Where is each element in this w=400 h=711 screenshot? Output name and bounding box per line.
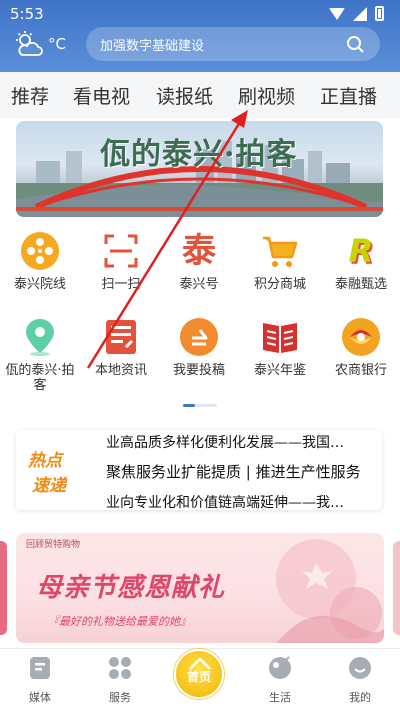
grid-item-rural-bank[interactable]: 农商银行 <box>323 317 399 378</box>
weather-widget[interactable]: °C <box>14 30 66 58</box>
grid-item-tairong-select[interactable]: R 泰融甄选 <box>323 231 399 292</box>
promo-banner[interactable]: 回顾贸特购物 母亲节感恩献礼 『最好的礼物送给最爱的她』 <box>16 533 384 643</box>
grid-item-submit-article[interactable]: 我要投稿 <box>161 317 237 378</box>
profile-icon <box>349 657 371 679</box>
tab-read-newspaper[interactable]: 读报纸 <box>156 82 213 109</box>
film-reel-icon <box>20 231 60 271</box>
bank-logo-icon <box>341 317 381 357</box>
nav-media[interactable]: 媒体 <box>10 655 70 705</box>
submit-arrow-icon <box>179 317 219 357</box>
grid-label: 泰兴号 <box>179 277 219 292</box>
wifi-icon <box>329 7 345 20</box>
location-pin-icon <box>20 317 60 357</box>
promo-subtitle: 『最好的礼物送给最爱的她』 <box>48 615 191 628</box>
open-book-icon <box>260 317 300 357</box>
grid-item-points-mall[interactable]: 积分商城 <box>242 231 318 292</box>
promo-title: 母亲节感恩献礼 <box>36 573 226 603</box>
search-placeholder: 加强数字基础建设 <box>100 39 205 54</box>
r-logo-icon: R <box>341 231 381 271</box>
grid-item-yearbook[interactable]: 泰兴年鉴 <box>242 317 318 378</box>
nav-label: 服务 <box>109 691 131 704</box>
grid-label: 扫一扫 <box>101 277 141 292</box>
grid-label: 我要投稿 <box>172 363 225 378</box>
badge-line2: 速递 <box>32 476 66 496</box>
news-headline[interactable]: 聚焦服务业扩能提质 | 推进生产性服务 <box>106 461 376 482</box>
grid-item-scan[interactable]: 扫一扫 <box>83 231 159 292</box>
battery-icon <box>375 6 384 21</box>
grid-label: 泰兴年鉴 <box>253 363 306 378</box>
tab-live[interactable]: 正直播 <box>320 82 377 109</box>
grid-item-local-news[interactable]: 本地资讯 <box>83 317 159 378</box>
grid-label: 本地资讯 <box>94 363 147 378</box>
tab-watch-tv[interactable]: 看电视 <box>73 82 130 109</box>
nav-label: 媒体 <box>29 691 51 704</box>
news-headline[interactable]: 业向专业化和价值链高端延伸——我… <box>106 492 376 510</box>
grid-label: 泰融甄选 <box>334 277 387 292</box>
grid-label: 农商银行 <box>334 363 387 378</box>
nav-services[interactable]: 服务 <box>90 655 150 705</box>
carousel-next-peek[interactable] <box>393 541 400 635</box>
promo-brand: 回顾贸特购物 <box>26 540 81 550</box>
hot-news-badge: 热点 速递 <box>28 446 92 496</box>
tab-recommend[interactable]: 推荐 <box>11 82 49 109</box>
temperature-unit: °C <box>48 35 66 53</box>
shopping-cart-icon <box>260 231 300 271</box>
nav-home-button[interactable]: 首页 <box>174 649 224 699</box>
grid-item-photo-reporter[interactable]: 佤的泰兴·拍客 <box>2 317 78 393</box>
grid-page-indicator <box>183 404 217 407</box>
tab-short-video[interactable]: 刷视频 <box>238 82 295 109</box>
media-icon <box>30 657 50 679</box>
badge-line1: 热点 <box>28 451 62 471</box>
hot-news-ticker[interactable]: 热点 速递 业高品质多样化便利化发展——我国… 聚焦服务业扩能提质 | 推进生产… <box>16 430 382 510</box>
document-icon <box>101 317 141 357</box>
weather-icon <box>16 31 43 56</box>
channel-tabs: 推荐 看电视 读报纸 刷视频 正直播 <box>0 72 400 118</box>
nav-profile[interactable]: 我的 <box>330 655 390 705</box>
carousel-prev-peek[interactable] <box>0 541 7 635</box>
banner-carousel[interactable]: 佤的泰兴·拍客 <box>16 121 383 217</box>
services-icon <box>109 657 131 679</box>
nav-life[interactable]: 生活 <box>250 655 310 705</box>
nav-home-label: 首页 <box>186 670 211 684</box>
grid-label: 佤的泰兴·拍客 <box>5 363 75 393</box>
grid-item-taixing-account[interactable]: 泰 泰兴号 <box>161 231 237 292</box>
status-bar: 5:53 <box>0 0 400 28</box>
header-bar: 5:53 °C 加强数字基础建设 <box>0 0 400 72</box>
signal-icon <box>353 6 367 21</box>
life-icon <box>269 656 291 679</box>
bottom-nav: 媒体 服务 首页 生活 我的 <box>0 648 400 711</box>
taixing-glyph: 泰 <box>182 231 216 271</box>
news-headline[interactable]: 业高品质多样化便利化发展——我国… <box>106 432 376 452</box>
nav-label: 生活 <box>269 691 291 704</box>
grid-label: 泰兴院线 <box>13 277 66 292</box>
taixing-char-icon: 泰 <box>179 231 219 271</box>
nav-label: 我的 <box>349 691 371 704</box>
status-time: 5:53 <box>10 5 44 23</box>
scan-icon <box>101 231 141 271</box>
search-icon[interactable] <box>346 35 364 53</box>
page-indicator-active <box>183 404 195 407</box>
banner-title: 佤的泰兴·拍客 <box>100 137 298 172</box>
grid-item-cinema[interactable]: 泰兴院线 <box>2 231 78 292</box>
status-icons <box>329 6 384 21</box>
grid-label: 积分商城 <box>253 277 306 292</box>
search-bar[interactable]: 加强数字基础建设 <box>86 27 380 61</box>
r-logo-glyph: R <box>348 232 374 270</box>
